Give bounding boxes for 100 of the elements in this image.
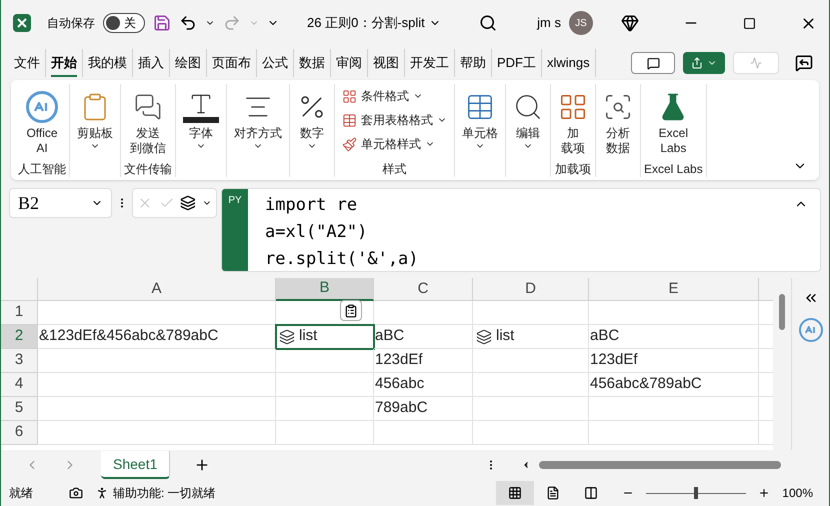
zoom-level: 100%	[782, 485, 813, 502]
save-icon[interactable]	[153, 14, 171, 32]
code-line: import re	[265, 194, 358, 217]
column-header[interactable]: C	[374, 278, 473, 301]
table-cell: list	[473, 325, 589, 349]
table-cell: 123dEf	[589, 349, 759, 373]
quick-analysis-icon[interactable]	[340, 300, 362, 321]
grid-icon	[508, 486, 522, 500]
table-cell: &123dEf&456abc&789abC	[38, 325, 276, 349]
column-header[interactable]: D	[473, 278, 589, 301]
paintbrush-icon	[342, 136, 357, 152]
formula-editor[interactable]: PY import re a=xl("A2") re.split('&',a)	[221, 188, 821, 272]
ribbon-tab[interactable]: 数据	[294, 49, 331, 77]
ribbon-tab[interactable]: 文件	[9, 49, 46, 77]
code-line: re.split('&',a)	[265, 248, 420, 271]
row-header[interactable]: 3	[1, 349, 38, 373]
ribbon-button[interactable]: 编辑	[509, 84, 547, 162]
column-header[interactable]: A	[38, 278, 276, 301]
ribbon-tab[interactable]: 开始	[46, 49, 83, 77]
undo-icon[interactable]	[179, 14, 197, 32]
ribbon-tab[interactable]: 帮助	[455, 49, 492, 77]
group-label: 加载项	[555, 162, 591, 177]
stack-icon	[180, 195, 196, 211]
grid-icon	[342, 88, 357, 104]
maximize-icon[interactable]	[743, 16, 756, 30]
ribbon-tab[interactable]: 审阅	[331, 49, 368, 77]
table-cell: 456abc&789abC	[589, 373, 759, 397]
status-text: 就绪	[9, 485, 33, 502]
ribbon-tab[interactable]: 公式	[257, 49, 294, 77]
add-ins-icon	[558, 92, 588, 122]
ribbon-button[interactable]: 对齐方式	[230, 84, 286, 162]
ribbon-tab[interactable]: 插入	[133, 49, 170, 77]
pulse-icon	[750, 57, 762, 69]
ribbon-menu-item[interactable]: 套用表格格式	[338, 108, 451, 132]
ribbon-button[interactable]: 剪贴板	[73, 84, 117, 162]
accessibility-icon	[95, 486, 109, 500]
code-line: a=xl("A2")	[265, 221, 368, 244]
table-cell: aBC	[374, 325, 473, 349]
ribbon-tab[interactable]: 开发工	[405, 49, 455, 77]
table-cell: 456abc	[374, 373, 473, 397]
table-cell: list	[276, 325, 374, 349]
autosave-label: 自动保存	[47, 15, 95, 32]
chat-bubbles-icon	[134, 93, 162, 121]
camera-icon[interactable]	[69, 486, 83, 500]
document-title[interactable]: 26 正则0：分割-split	[307, 13, 441, 33]
columns-icon	[584, 486, 598, 500]
feedback-icon[interactable]	[795, 54, 813, 72]
ribbon-button[interactable]: Excel Labs	[654, 84, 692, 162]
ribbon-button[interactable]: 单元格	[458, 84, 502, 162]
user-name: jm s	[537, 14, 561, 32]
share-icon	[691, 57, 703, 69]
column-header[interactable]: B	[276, 278, 374, 301]
ribbon-tab[interactable]: 绘图	[170, 49, 207, 77]
accessibility-status[interactable]: 辅助功能: 一切就绪	[95, 484, 216, 502]
group-label: 文件传输	[124, 162, 172, 177]
row-header[interactable]: 6	[1, 421, 38, 445]
table-cell: 789abC	[374, 397, 473, 421]
table-icon	[342, 112, 357, 128]
comments-button[interactable]	[631, 52, 675, 74]
ribbon-tab[interactable]: 页面布	[207, 49, 257, 77]
group-label: 样式	[382, 162, 406, 177]
ribbon-tab[interactable]: xlwings	[542, 49, 596, 77]
ribbon-button[interactable]: 加 载项	[554, 84, 592, 162]
ai-logo-icon[interactable]	[798, 318, 822, 342]
search-icon	[513, 92, 543, 122]
row-header[interactable]: 2	[1, 325, 38, 349]
table-cell: aBC	[589, 325, 759, 349]
ribbon-button[interactable]: 字体	[179, 84, 223, 162]
ribbon-tab[interactable]: 我的模	[83, 49, 133, 77]
page-icon	[546, 486, 560, 500]
autosave-toggle[interactable]: 关	[103, 13, 145, 33]
ribbon-menu-item[interactable]: 条件格式	[338, 84, 451, 108]
group-label: 人工智能	[18, 162, 66, 177]
python-badge: PY	[222, 189, 248, 271]
avatar: JS	[569, 11, 593, 35]
ribbon-menu-item[interactable]: 单元格样式	[338, 132, 451, 156]
stack-icon	[279, 328, 295, 344]
ribbon-tab[interactable]: PDF工	[492, 49, 542, 77]
share-button[interactable]	[683, 52, 725, 74]
sheet-tab[interactable]: Sheet1	[101, 451, 170, 479]
row-header[interactable]: 4	[1, 373, 38, 397]
group-label: Excel Labs	[644, 162, 703, 177]
row-header[interactable]: 5	[1, 397, 38, 421]
search-icon[interactable]	[479, 14, 498, 32]
ribbon-button[interactable]: 分析 数据	[599, 84, 637, 162]
row-header[interactable]: 1	[1, 301, 38, 325]
cells-icon	[465, 92, 495, 122]
view-button[interactable]	[496, 481, 534, 505]
excel-logo-icon	[13, 14, 31, 32]
ai-logo-icon	[26, 91, 58, 123]
ribbon-button[interactable]: 数字	[293, 84, 331, 162]
column-header[interactable]: E	[589, 278, 759, 301]
zoom-in-icon[interactable]	[758, 487, 770, 499]
ribbon-button[interactable]: 发送 到微信	[126, 84, 170, 162]
zoom-slider[interactable]	[646, 487, 746, 499]
ribbon-button[interactable]: Office AI	[22, 84, 62, 162]
diamond-icon[interactable]	[621, 14, 639, 32]
table-cell: 123dEf	[374, 349, 473, 373]
name-box[interactable]: B2	[9, 188, 112, 218]
ribbon-tab[interactable]: 视图	[368, 49, 405, 77]
